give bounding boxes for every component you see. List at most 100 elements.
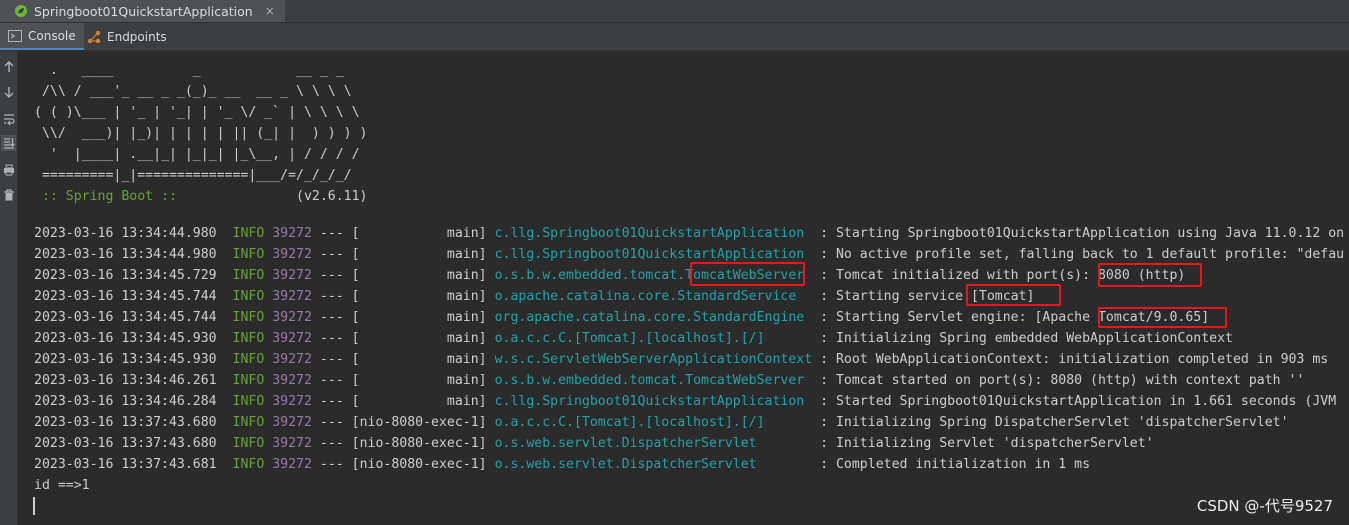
spring-boot-banner: . ____ _ __ _ _ /\\ / ___'_ __ _ _(_)_ _… xyxy=(34,60,367,207)
log-level: INFO xyxy=(232,394,265,409)
csdn-watermark: CSDN @-代号9527 xyxy=(1196,497,1333,515)
log-message: : No active profile set, falling back to… xyxy=(812,247,1345,262)
log-pid: 39272 xyxy=(272,268,312,283)
arrow-down-icon[interactable] xyxy=(1,84,16,100)
log-pid: 39272 xyxy=(272,394,312,409)
log-thread: [ main] xyxy=(351,394,487,409)
log-level: INFO xyxy=(232,352,265,367)
log-logger: c.llg.Springboot01QuickstartApplication xyxy=(494,226,813,241)
spring-boot-label: :: Spring Boot :: xyxy=(34,189,185,204)
log-timestamp: 2023-03-16 13:34:45.930 xyxy=(34,352,217,367)
soft-wrap-icon[interactable] xyxy=(1,111,16,127)
log-thread: [nio-8080-exec-1] xyxy=(351,436,487,451)
run-tab-title: Springboot01QuickstartApplication xyxy=(34,3,253,19)
tab-console[interactable]: Console xyxy=(0,23,84,50)
log-thread: [ main] xyxy=(351,247,487,262)
log-message: : Starting Springboot01QuickstartApplica… xyxy=(812,226,1345,241)
log-logger: c.llg.Springboot01QuickstartApplication xyxy=(494,247,813,262)
log-line: 2023-03-16 13:37:43.680 INFO 39272 --- [… xyxy=(34,436,1154,451)
log-level: INFO xyxy=(232,436,265,451)
log-logger: c.llg.Springboot01QuickstartApplication xyxy=(494,394,813,409)
log-message: : Completed initialization in 1 ms xyxy=(812,457,1091,472)
arrow-up-icon[interactable] xyxy=(1,59,16,75)
run-config-tab[interactable]: Springboot01QuickstartApplication × xyxy=(0,0,285,22)
log-pid: 39272 xyxy=(272,226,312,241)
log-logger: o.s.web.servlet.DispatcherServlet xyxy=(494,436,813,451)
close-tab-icon[interactable]: × xyxy=(265,4,275,18)
highlight-port-8080 xyxy=(1098,263,1202,287)
console-actions-gutter xyxy=(0,51,17,525)
log-thread: [nio-8080-exec-1] xyxy=(351,457,487,472)
log-level: INFO xyxy=(232,331,265,346)
log-pid: 39272 xyxy=(272,331,312,346)
log-logger: org.apache.catalina.core.StandardEngine xyxy=(494,310,813,325)
log-timestamp: 2023-03-16 13:34:44.980 xyxy=(34,247,217,262)
banner-line: /\\ / ___'_ __ _ _(_)_ __ __ _ \ \ \ \ xyxy=(34,84,352,99)
log-thread: [ main] xyxy=(351,226,487,241)
log-message: : Root WebApplicationContext: initializa… xyxy=(812,352,1329,367)
log-line: 2023-03-16 13:34:46.261 INFO 39272 --- [… xyxy=(34,373,1305,388)
log-logger: o.apache.catalina.core.StandardService xyxy=(494,289,813,304)
log-pid: 39272 xyxy=(272,310,312,325)
banner-line: ' |____| .__|_| |_|_| |_\__, | / / / / xyxy=(34,147,360,162)
log-thread: [nio-8080-exec-1] xyxy=(351,415,487,430)
log-message: : Initializing Spring embedded WebApplic… xyxy=(812,331,1233,346)
print-icon[interactable] xyxy=(1,162,16,178)
log-line: 2023-03-16 13:34:46.284 INFO 39272 --- [… xyxy=(34,394,1337,409)
log-timestamp: 2023-03-16 13:34:45.729 xyxy=(34,268,217,283)
trash-icon[interactable] xyxy=(1,187,16,203)
log-thread: [ main] xyxy=(351,331,487,346)
log-timestamp: 2023-03-16 13:34:44.980 xyxy=(34,226,217,241)
spring-boot-version: (v2.6.11) xyxy=(184,189,368,204)
log-line: 2023-03-16 13:37:43.681 INFO 39272 --- [… xyxy=(34,457,1091,472)
banner-line: ( ( )\___ | '_ | '_| | '_ \/ _` | \ \ \ … xyxy=(34,105,360,120)
banner-line: . ____ _ __ _ _ xyxy=(34,63,344,78)
log-level: INFO xyxy=(232,268,265,283)
log-thread: [ main] xyxy=(351,352,487,367)
tab-endpoints-label: Endpoints xyxy=(107,29,167,44)
log-timestamp: 2023-03-16 13:34:45.744 xyxy=(34,289,217,304)
log-message: : Initializing Spring DispatcherServlet … xyxy=(812,415,1289,430)
highlight-tomcat-webserver xyxy=(690,262,805,286)
log-level: INFO xyxy=(232,310,265,325)
log-level: INFO xyxy=(232,457,265,472)
log-thread: [ main] xyxy=(351,268,487,283)
text-caret xyxy=(33,497,35,515)
log-timestamp: 2023-03-16 13:37:43.680 xyxy=(34,415,217,430)
log-thread: [ main] xyxy=(351,310,487,325)
log-line: 2023-03-16 13:34:44.980 INFO 39272 --- [… xyxy=(34,226,1345,241)
log-line: 2023-03-16 13:34:45.930 INFO 39272 --- [… xyxy=(34,352,1329,367)
scroll-to-end-icon[interactable] xyxy=(1,135,16,151)
log-level: INFO xyxy=(232,373,265,388)
program-output-line: id ==>1 xyxy=(34,478,90,493)
log-thread: [ main] xyxy=(351,289,487,304)
banner-line: =========|_|==============|___/=/_/_/_/ xyxy=(34,168,352,183)
log-logger: o.a.c.c.C.[Tomcat].[localhost].[/] xyxy=(494,331,813,346)
console-output[interactable]: . ____ _ __ _ _ /\\ / ___'_ __ _ _(_)_ _… xyxy=(18,51,1349,525)
console-icon xyxy=(8,29,22,42)
log-pid: 39272 xyxy=(272,373,312,388)
log-pid: 39272 xyxy=(272,457,312,472)
tab-endpoints[interactable]: Endpoints xyxy=(79,23,175,50)
banner-line: \\/ ___)| |_)| | | | | || (_| | ) ) ) ) xyxy=(34,126,368,141)
log-logger: o.a.c.c.C.[Tomcat].[localhost].[/] xyxy=(494,415,813,430)
log-line: 2023-03-16 13:34:45.930 INFO 39272 --- [… xyxy=(34,331,1233,346)
tab-console-label: Console xyxy=(28,28,76,43)
spring-leaf-icon xyxy=(15,5,27,17)
log-message: : Tomcat started on port(s): 8080 (http)… xyxy=(812,373,1305,388)
log-pid: 39272 xyxy=(272,289,312,304)
log-level: INFO xyxy=(232,415,265,430)
log-thread: [ main] xyxy=(351,373,487,388)
log-pid: 39272 xyxy=(272,415,312,430)
log-level: INFO xyxy=(232,226,265,241)
tool-window-tabs: Console Endpoints xyxy=(0,23,1349,51)
log-level: INFO xyxy=(232,289,265,304)
log-logger: o.s.b.w.embedded.tomcat.TomcatWebServer xyxy=(494,373,813,388)
log-line: 2023-03-16 13:37:43.680 INFO 39272 --- [… xyxy=(34,415,1289,430)
log-timestamp: 2023-03-16 13:34:45.744 xyxy=(34,310,217,325)
run-titlebar: Springboot01QuickstartApplication × xyxy=(0,0,1349,23)
log-logger: o.s.web.servlet.DispatcherServlet xyxy=(494,457,813,472)
log-pid: 39272 xyxy=(272,436,312,451)
log-message: : Initializing Servlet 'dispatcherServle… xyxy=(812,436,1154,451)
log-message: : Started Springboot01QuickstartApplicat… xyxy=(812,394,1337,409)
